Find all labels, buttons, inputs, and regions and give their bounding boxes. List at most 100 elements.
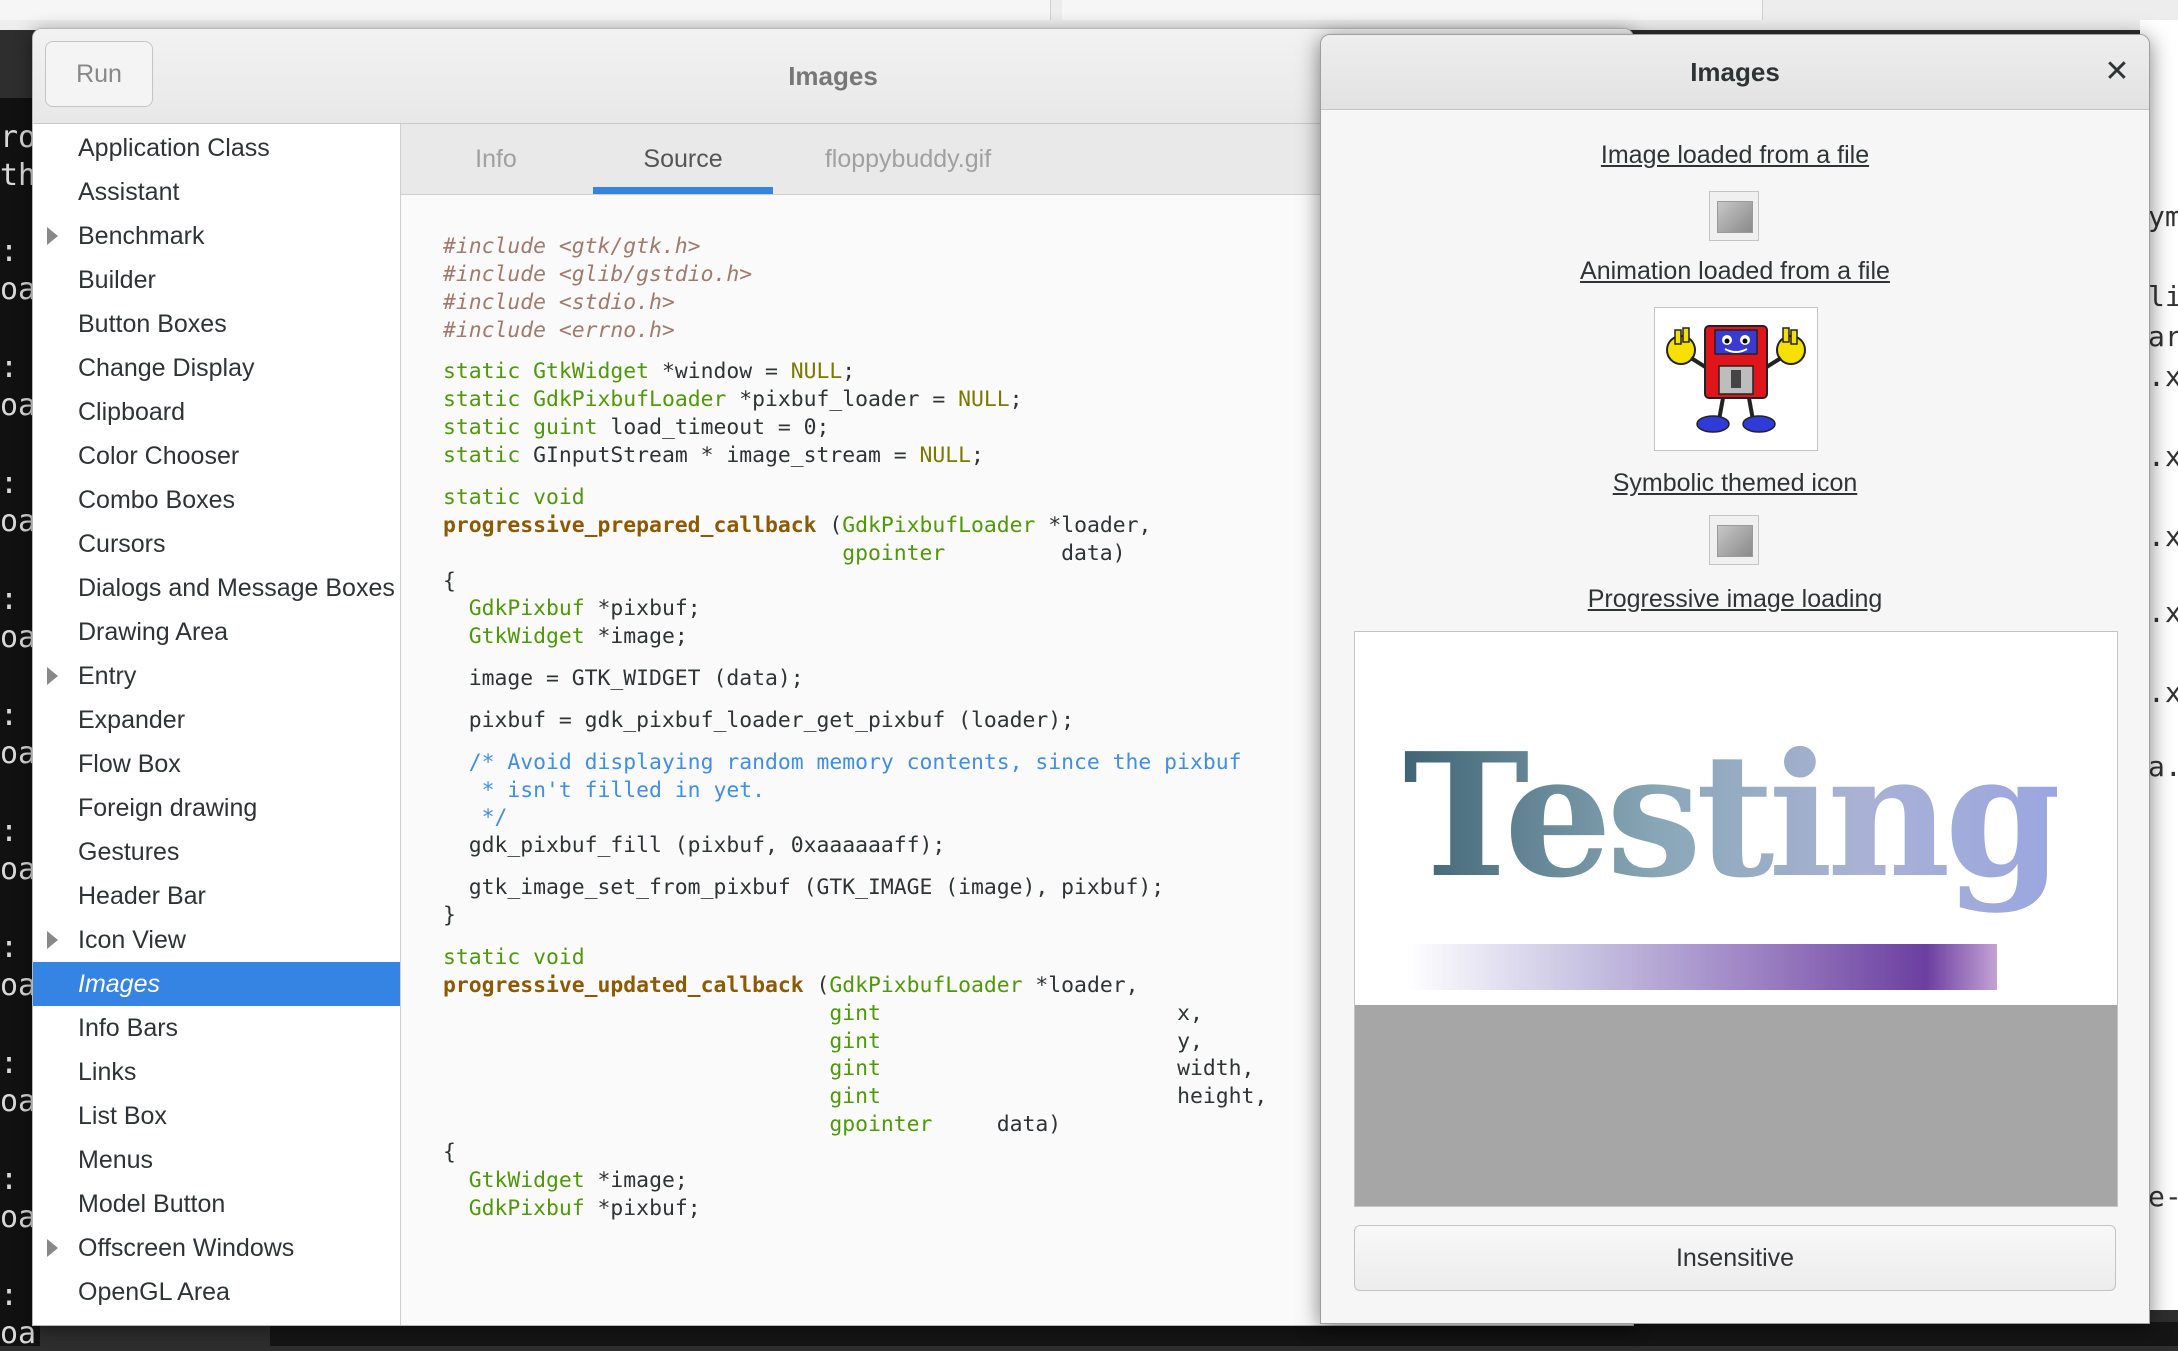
- code-token: GdkPixbuf: [468, 596, 585, 622]
- gradient-bar: [1407, 944, 1997, 990]
- code-line: gint height,: [443, 1083, 1267, 1111]
- sidebar-item-button-boxes[interactable]: Button Boxes: [33, 302, 400, 346]
- sidebar-item-benchmark[interactable]: Benchmark: [33, 214, 400, 258]
- insensitive-button[interactable]: Insensitive: [1354, 1225, 2116, 1291]
- code-line: gtk_image_set_from_pixbuf (GTK_IMAGE (im…: [443, 874, 1267, 902]
- floppy-buddy-image: [1666, 325, 1806, 433]
- code-line: }: [443, 902, 1267, 930]
- sidebar-item-color-chooser[interactable]: Color Chooser: [33, 434, 400, 478]
- expander-arrow-icon[interactable]: [47, 227, 58, 245]
- sidebar-item-label: Assistant: [78, 178, 180, 206]
- sidebar-item-label: Dialogs and Message Boxes: [78, 574, 395, 602]
- code-line: static void: [443, 944, 1267, 972]
- code-token: *pixbuf;: [584, 1195, 701, 1221]
- code-line: gdk_pixbuf_fill (pixbuf, 0xaaaaaaff);: [443, 832, 1267, 860]
- code-line: progressive_updated_callback (GdkPixbufL…: [443, 972, 1267, 1000]
- sidebar-item-label: List Box: [78, 1102, 167, 1130]
- sidebar-item-drawing-area[interactable]: Drawing Area: [33, 610, 400, 654]
- code-line: {: [443, 1139, 1267, 1167]
- sidebar-item-icon-view[interactable]: Icon View: [33, 918, 400, 962]
- images-demo-window: Images ✕ Image loaded from a file Animat…: [1320, 34, 2150, 1324]
- sidebar-item-list-box[interactable]: List Box: [33, 1094, 400, 1138]
- close-icon[interactable]: ✕: [2099, 53, 2135, 89]
- run-button[interactable]: Run: [45, 41, 153, 107]
- code-token: guint: [533, 415, 598, 441]
- sidebar-item-assistant[interactable]: Assistant: [33, 170, 400, 214]
- code-token: static void: [443, 944, 585, 970]
- sidebar-item-label: Application Class: [78, 134, 270, 162]
- code-token: *loader,: [1022, 972, 1139, 998]
- sidebar-item-dialogs-and-message-boxes[interactable]: Dialogs and Message Boxes: [33, 566, 400, 610]
- sidebar-item-model-button[interactable]: Model Button: [33, 1182, 400, 1226]
- sidebar-item-entry[interactable]: Entry: [33, 654, 400, 698]
- code-line: #include <stdio.h>: [443, 289, 1267, 317]
- code-line: image = GTK_WIDGET (data);: [443, 665, 1267, 693]
- sidebar-item-label: Model Button: [78, 1190, 226, 1218]
- sidebar-item-label: Icon View: [78, 926, 186, 954]
- tab-floppybuddy[interactable]: floppybuddy.gif: [773, 124, 1043, 194]
- code-token: GdkPixbufLoader: [533, 387, 727, 413]
- code-token: GtkWidget: [468, 624, 585, 650]
- code-token: NULL: [790, 359, 843, 385]
- sidebar-item-flow-box[interactable]: Flow Box: [33, 742, 400, 786]
- expander-arrow-icon[interactable]: [47, 667, 58, 685]
- code-line: gint x,: [443, 1000, 1267, 1028]
- background-window-strip: [0, 0, 2178, 30]
- tab-source[interactable]: Source: [593, 124, 773, 194]
- code-token: /* Avoid displaying random memory conten…: [443, 749, 1242, 775]
- code-token: image = GTK_WIDGET (data);: [443, 666, 804, 692]
- sidebar-item-change-display[interactable]: Change Display: [33, 346, 400, 390]
- code-token: GtkWidget: [533, 359, 650, 385]
- sidebar-item-info-bars[interactable]: Info Bars: [33, 1006, 400, 1050]
- sidebar-item-label: Info Bars: [78, 1014, 179, 1042]
- code-line: GdkPixbuf *pixbuf;: [443, 1195, 1267, 1223]
- sidebar-item-clipboard[interactable]: Clipboard: [33, 390, 400, 434]
- sidebar-item-offscreen-windows[interactable]: Offscreen Windows: [33, 1226, 400, 1270]
- demo-header-bar: Images ✕: [1321, 35, 2149, 110]
- sidebar-item-images[interactable]: Images: [33, 962, 400, 1006]
- code-token: gpointer: [842, 540, 946, 566]
- demo-window-title: Images: [1690, 56, 1780, 87]
- code-line: GdkPixbuf *pixbuf;: [443, 595, 1267, 623]
- expander-arrow-icon[interactable]: [47, 931, 58, 949]
- code-line: static GtkWidget *window = NULL;: [443, 358, 1267, 386]
- code-token: (: [803, 972, 830, 998]
- code-token: data): [945, 540, 1126, 566]
- expander-arrow-icon[interactable]: [47, 1239, 58, 1257]
- code-token: gint: [829, 1084, 881, 1110]
- code-token: NULL: [919, 443, 972, 469]
- code-line: static GInputStream * image_stream = NUL…: [443, 442, 1267, 470]
- sidebar-item-label: Expander: [78, 706, 186, 734]
- sidebar-item-menus[interactable]: Menus: [33, 1138, 400, 1182]
- sidebar-item-label: Entry: [78, 662, 137, 690]
- sidebar-item-expander[interactable]: Expander: [33, 698, 400, 742]
- sidebar-item-label: OpenGL Area: [78, 1278, 230, 1306]
- sidebar-item-label: Foreign drawing: [78, 794, 258, 822]
- code-token: gdk_pixbuf_fill (pixbuf, 0xaaaaaaff);: [443, 833, 946, 859]
- sidebar-item-links[interactable]: Links: [33, 1050, 400, 1094]
- sidebar-item-header-bar[interactable]: Header Bar: [33, 874, 400, 918]
- code-line: progressive_prepared_callback (GdkPixbuf…: [443, 512, 1267, 540]
- code-token: }: [443, 903, 456, 929]
- sidebar-item-opengl-area[interactable]: OpenGL Area: [33, 1270, 400, 1314]
- code-token: *image;: [584, 624, 688, 650]
- code-token: height,: [880, 1084, 1268, 1110]
- code-token: *image;: [584, 1167, 688, 1193]
- sidebar-item-combo-boxes[interactable]: Combo Boxes: [33, 478, 400, 522]
- tab-info[interactable]: Info: [401, 124, 591, 194]
- code-token: GInputStream * image_stream =: [533, 443, 920, 469]
- code-token: gtk_image_set_from_pixbuf (GTK_IMAGE (im…: [443, 875, 1165, 901]
- code-line: static GdkPixbufLoader *pixbuf_loader = …: [443, 386, 1267, 414]
- sidebar-item-builder[interactable]: Builder: [33, 258, 400, 302]
- sidebar-item-label: Flow Box: [78, 750, 181, 778]
- sidebar-item-gestures[interactable]: Gestures: [33, 830, 400, 874]
- sidebar-item-foreign-drawing[interactable]: Foreign drawing: [33, 786, 400, 830]
- sidebar-item-cursors[interactable]: Cursors: [33, 522, 400, 566]
- sidebar-item-label: Benchmark: [78, 222, 205, 250]
- sidebar-item-label: Color Chooser: [78, 442, 240, 470]
- code-line: gint y,: [443, 1028, 1267, 1056]
- sidebar-item-application-class[interactable]: Application Class: [33, 126, 400, 170]
